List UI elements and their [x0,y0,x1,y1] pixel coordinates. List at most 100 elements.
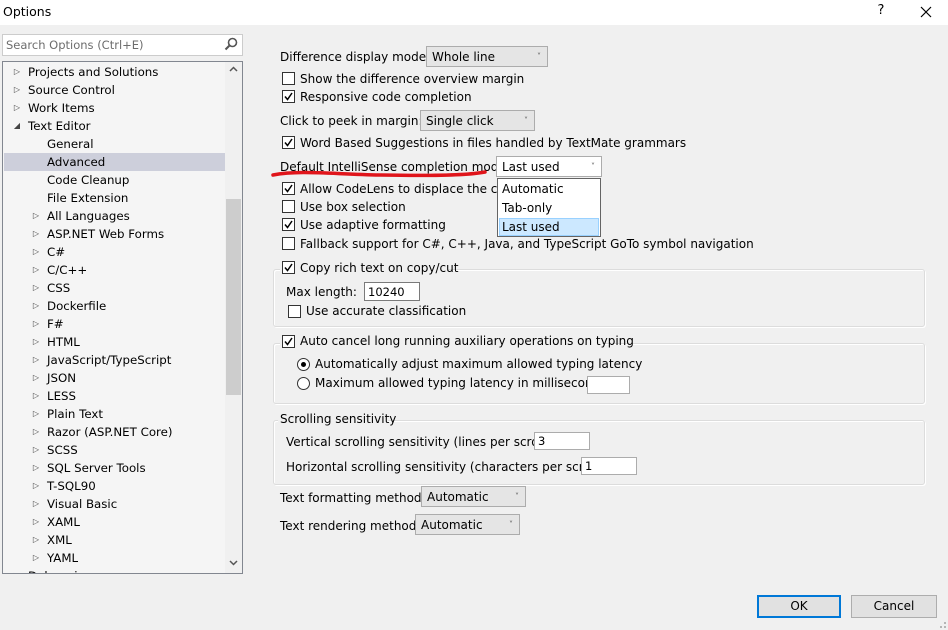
search-icon[interactable] [224,37,238,51]
tree-item-label: HTML [47,335,80,349]
intellisense-mode-dropdown-list: Automatic Tab-only Last used [497,178,601,237]
vertical-scrolling-input[interactable] [534,432,590,450]
tree-collapsed-icon[interactable]: ▷ [31,315,41,333]
tree-item[interactable]: ▷ ASP.NET Web Forms [4,225,225,243]
adaptive-formatting-checkbox[interactable] [282,218,295,231]
tree-item[interactable]: General [4,135,225,153]
tree-collapsed-icon[interactable]: ▷ [31,513,41,531]
tree-expanded-icon[interactable]: ◢ [12,117,22,135]
tree-item[interactable]: ▷ C# [4,243,225,261]
tree-item[interactable]: ▷ YAML [4,549,225,567]
responsive-code-completion-label: Responsive code completion [300,90,472,104]
close-button[interactable] [912,1,940,23]
tree-collapsed-icon[interactable]: ▷ [31,297,41,315]
chevron-down-icon: ˅ [509,520,513,529]
ok-button[interactable]: OK [757,595,841,618]
tree-item[interactable]: ▷ SCSS [4,441,225,459]
tree-collapsed-icon[interactable]: ▷ [31,441,41,459]
intellisense-completion-mode-combo[interactable]: Last used ˅ [496,156,602,177]
tree-item[interactable]: ▷ All Languages [4,207,225,225]
dropdown-option-automatic[interactable]: Automatic [499,180,599,198]
tree-item-label: Advanced [47,155,106,169]
resize-grip-icon[interactable] [940,622,947,629]
tree-item[interactable]: Code Cleanup [4,171,225,189]
help-button[interactable]: ? [870,2,892,22]
search-options-box[interactable] [2,34,243,56]
scroll-thumb[interactable] [226,199,241,395]
tree-collapsed-icon[interactable]: ▷ [12,63,22,81]
tree-item[interactable]: Advanced [4,153,225,171]
tree-collapsed-icon[interactable]: ▷ [31,459,41,477]
tree-collapsed-icon[interactable]: ▷ [31,225,41,243]
tree-collapsed-icon[interactable]: ▷ [31,333,41,351]
scroll-up-icon[interactable] [225,62,242,79]
tree-item[interactable]: ▷ HTML [4,333,225,351]
tree-item[interactable]: ▷ XML [4,531,225,549]
text-rendering-method-combo[interactable]: Automatic ˅ [415,514,520,535]
difference-display-mode-combo[interactable]: Whole line ˅ [426,46,548,67]
tree-collapsed-icon[interactable]: ▷ [31,369,41,387]
tree-collapsed-icon[interactable]: ▷ [12,81,22,99]
tree-collapsed-icon[interactable]: ▷ [31,261,41,279]
tree-collapsed-icon[interactable]: ▷ [31,351,41,369]
max-latency-radio[interactable] [297,377,310,390]
max-length-input[interactable] [364,282,420,301]
text-formatting-method-combo[interactable]: Automatic ˅ [421,486,526,507]
box-selection-checkbox[interactable] [282,200,295,213]
horizontal-scrolling-input[interactable] [581,457,637,475]
tree-item[interactable]: ▷ Visual Basic [4,495,225,513]
tree-item[interactable]: ▷ JSON [4,369,225,387]
tree-item[interactable]: ◢ Text Editor [4,117,225,135]
tree-item[interactable]: ▷ Source Control [4,81,225,99]
tree-item[interactable]: ▷ CSS [4,279,225,297]
tree-item[interactable]: ▷ Work Items [4,99,225,117]
tree-item[interactable]: ▷ Projects and Solutions [4,63,225,81]
search-input[interactable] [6,36,216,53]
tree-item-label: Source Control [28,83,115,97]
tree-item[interactable]: ▷ Debugging [4,567,225,573]
tree-collapsed-icon[interactable]: ▷ [31,477,41,495]
tree-item[interactable]: ▷ Razor (ASP.NET Core) [4,423,225,441]
tree-item[interactable]: ▷ SQL Server Tools [4,459,225,477]
tree-collapsed-icon[interactable]: ▷ [31,243,41,261]
tree-collapsed-icon[interactable]: ▷ [31,387,41,405]
copy-rich-text-checkbox[interactable] [282,261,295,274]
tree-item[interactable]: ▷ JavaScript/TypeScript [4,351,225,369]
tree-item[interactable]: ▷ C/C++ [4,261,225,279]
word-based-suggestions-checkbox[interactable] [282,136,295,149]
tree-item[interactable]: File Extension [4,189,225,207]
tree-item-label: Visual Basic [47,497,118,511]
text-rendering-method-label: Text rendering method [280,519,417,533]
show-difference-overview-margin-checkbox[interactable] [282,72,295,85]
max-latency-input[interactable] [587,376,630,394]
auto-cancel-checkbox[interactable] [282,335,295,348]
tree-collapsed-icon[interactable]: ▷ [31,549,41,567]
tree-collapsed-icon[interactable]: ▷ [12,567,22,573]
dropdown-option-tab-only[interactable]: Tab-only [499,199,599,217]
responsive-code-completion-checkbox[interactable] [282,90,295,103]
allow-codelens-checkbox[interactable] [282,182,295,195]
tree-collapsed-icon[interactable]: ▷ [31,531,41,549]
tree-scrollbar[interactable] [225,62,242,573]
tree-item[interactable]: ▷ Plain Text [4,405,225,423]
cancel-button[interactable]: Cancel [851,595,937,618]
tree-collapsed-icon[interactable]: ▷ [12,99,22,117]
tree-item-label: JavaScript/TypeScript [47,353,172,367]
tree-item[interactable]: ▷ XAML [4,513,225,531]
click-to-peek-combo[interactable]: Single click ˅ [420,110,535,131]
auto-adjust-latency-radio[interactable] [297,358,310,371]
tree-collapsed-icon[interactable]: ▷ [31,423,41,441]
tree-collapsed-icon[interactable]: ▷ [31,279,41,297]
combo-value: Automatic [427,490,489,504]
tree-item[interactable]: ▷ T-SQL90 [4,477,225,495]
fallback-goto-checkbox[interactable] [282,237,295,250]
tree-collapsed-icon[interactable]: ▷ [31,405,41,423]
tree-item[interactable]: ▷ F# [4,315,225,333]
tree-item[interactable]: ▷ Dockerfile [4,297,225,315]
scroll-down-icon[interactable] [225,556,242,573]
dropdown-option-last-used[interactable]: Last used [499,218,599,236]
accurate-classification-checkbox[interactable] [288,305,301,318]
tree-item[interactable]: ▷ LESS [4,387,225,405]
tree-collapsed-icon[interactable]: ▷ [31,207,41,225]
tree-collapsed-icon[interactable]: ▷ [31,495,41,513]
